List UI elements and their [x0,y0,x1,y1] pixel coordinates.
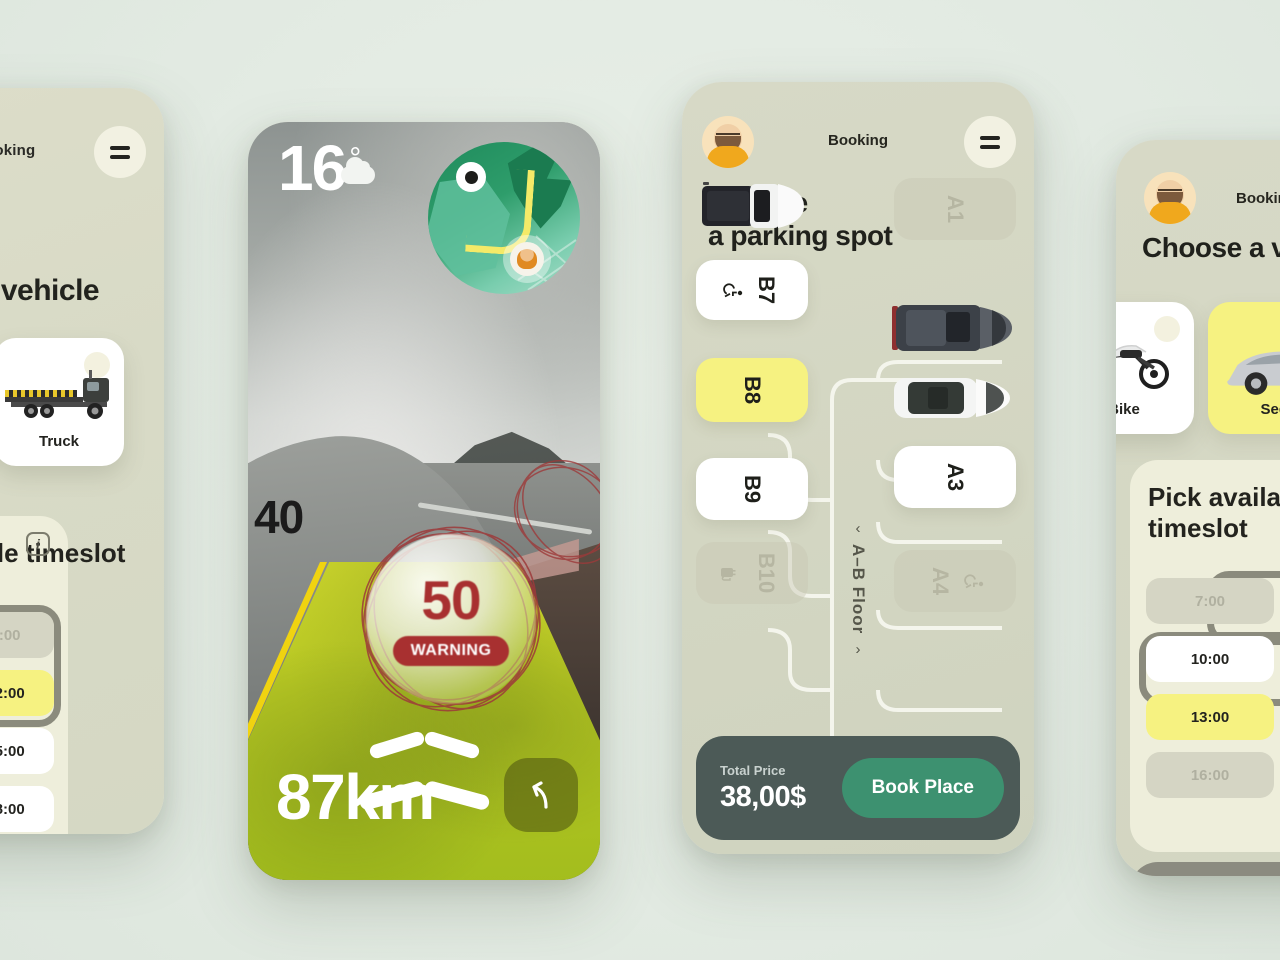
phone-screen-vehicle-timeslot-right: Booking Choose a vehicle Bike Sedan [1116,140,1280,876]
screen4-header-title: Booking [1236,190,1280,207]
current-speed-value: 50 [421,568,481,631]
white-pickup-top-view [702,182,804,228]
vehicle-card-label: Sedan [1260,401,1280,418]
screen1-timeslot-title: Pick available timeslot [0,538,126,568]
parking-spot-A4: A4 [894,550,1016,612]
map-pin-icon [456,162,486,192]
cloud-icon [341,157,375,184]
hamburger-icon[interactable] [964,116,1016,168]
parking-spot-label: A4 [928,566,954,596]
timeslot-12-00[interactable]: 12:00 [0,670,54,716]
screen4-timeslot-panel: Pick available timeslot 7:00 8:00 10:00 … [1130,460,1280,852]
vehicle-card-sedan[interactable]: Sedan [1208,302,1280,434]
speed-warning-orb: 50 WARNING [366,534,536,704]
parking-spot-B8[interactable]: B8 [696,358,808,422]
white-sedan-top-view [894,378,1010,418]
timeslot-16-00: 16:00 [1146,752,1274,798]
timeslot-10-00[interactable]: 10:00 [1146,636,1274,682]
timeslot-title-line1: Pick available [1148,482,1280,512]
dark-suv-top-view [892,305,1012,351]
warning-orb-rings-secondary [513,459,600,564]
screen4-choose-button[interactable]: Choose [1130,862,1280,876]
timeslot-15-00[interactable]: 15:00 [0,728,54,774]
hamburger-icon[interactable] [94,126,146,178]
tow-truck-icon [5,370,109,419]
total-price-label: Total Price [720,762,786,778]
avatar-pin-icon [510,242,544,276]
timeslot-13-00[interactable]: 13:00 [1146,694,1274,740]
timeslot-title-line2: timeslot [1148,513,1248,544]
screen1-timeslot-panel: Pick available timeslot i 7:00 9:00 10:0… [0,516,125,834]
screen1-header-title: Booking [0,142,36,159]
screen4-page-title: Choose a vehicle [1142,232,1280,263]
sedan-car-icon [1227,351,1280,395]
screen3-header: Booking [682,102,1034,168]
timeslot-7-00: 7:00 [1146,578,1274,624]
timeslot-18-00[interactable]: 18:00 [0,786,54,832]
turn-left-arrow-icon[interactable] [504,758,578,832]
motorbike-icon [1116,345,1169,389]
chevron-left-icon[interactable]: ‹ [856,520,861,537]
total-price-bar: Total Price 38,00$ Book Place [696,736,1020,840]
floor-selector[interactable]: ‹ A–B Floor › [838,520,878,658]
avatar[interactable] [1144,172,1196,224]
vehicle-card-bike[interactable]: Bike [1116,302,1194,434]
wheelchair-icon [963,571,984,591]
phone-screen-driving: 16 ° 40 50 WAR [248,122,600,880]
parking-spot-A1: A1 [894,178,1016,240]
phone-screen-vehicle-timeslot: Booking Choose a vehicle Sedan [0,88,164,834]
screen1-header: Booking [0,110,164,178]
vehicle-card-label: Bike [1116,401,1140,418]
chevron-right-icon[interactable]: › [856,641,861,658]
floor-label-text: A–B Floor [849,544,868,635]
parking-spot-label: B10 [754,552,780,594]
temperature-value: 16 [278,132,347,204]
vehicle-card-label: Truck [38,433,80,450]
book-place-button[interactable]: Book Place [841,758,1004,818]
phone-screen-parking-spot: Booking Choose a parking spot [682,82,1034,854]
parking-spot-B10: B10 [696,542,808,604]
parking-spot-label: B7 [754,275,780,305]
parking-spot-label: B9 [740,474,765,504]
total-price-value: 38,00$ [720,780,806,813]
timeslot-9-00: 9:00 [0,612,54,658]
parking-spot-label: B8 [740,375,765,405]
screen4-timeslot-grid: 7:00 8:00 10:00 11:00 13:00 14:00 16:00 … [1146,578,1280,798]
parking-spot-label: A1 [943,194,968,224]
screen1-timeslot-grid: 7:00 9:00 10:00 12:00 13:00 15:00 16:00 … [0,612,54,832]
screen4-header: Booking [1116,160,1280,224]
wheelchair-icon [723,280,743,300]
globe-route-icon[interactable] [428,142,580,294]
ev-charger-icon [717,563,737,583]
parking-spot-label: A3 [943,462,968,492]
parking-spot-A3[interactable]: A3 [894,446,1016,508]
warning-badge: WARNING [392,635,510,666]
total-price-block: Total Price 38,00$ [720,763,806,814]
parking-spot-B7[interactable]: B7 [696,260,808,320]
screen4-timeslot-title: Pick available timeslot [1148,482,1280,544]
vehicle-card-truck[interactable]: Truck [0,338,124,466]
parking-lot-map: B7 B8 B9 B10 A1 A3 A4 ‹ A–B Floor › [682,178,1034,780]
parking-spot-B9[interactable]: B9 [696,458,808,520]
previous-speed-value: 40 [254,491,304,543]
info-icon[interactable]: i [26,532,50,556]
distance-value: 87km [276,761,435,833]
screen1-page-title: Choose a vehicle [0,274,100,307]
